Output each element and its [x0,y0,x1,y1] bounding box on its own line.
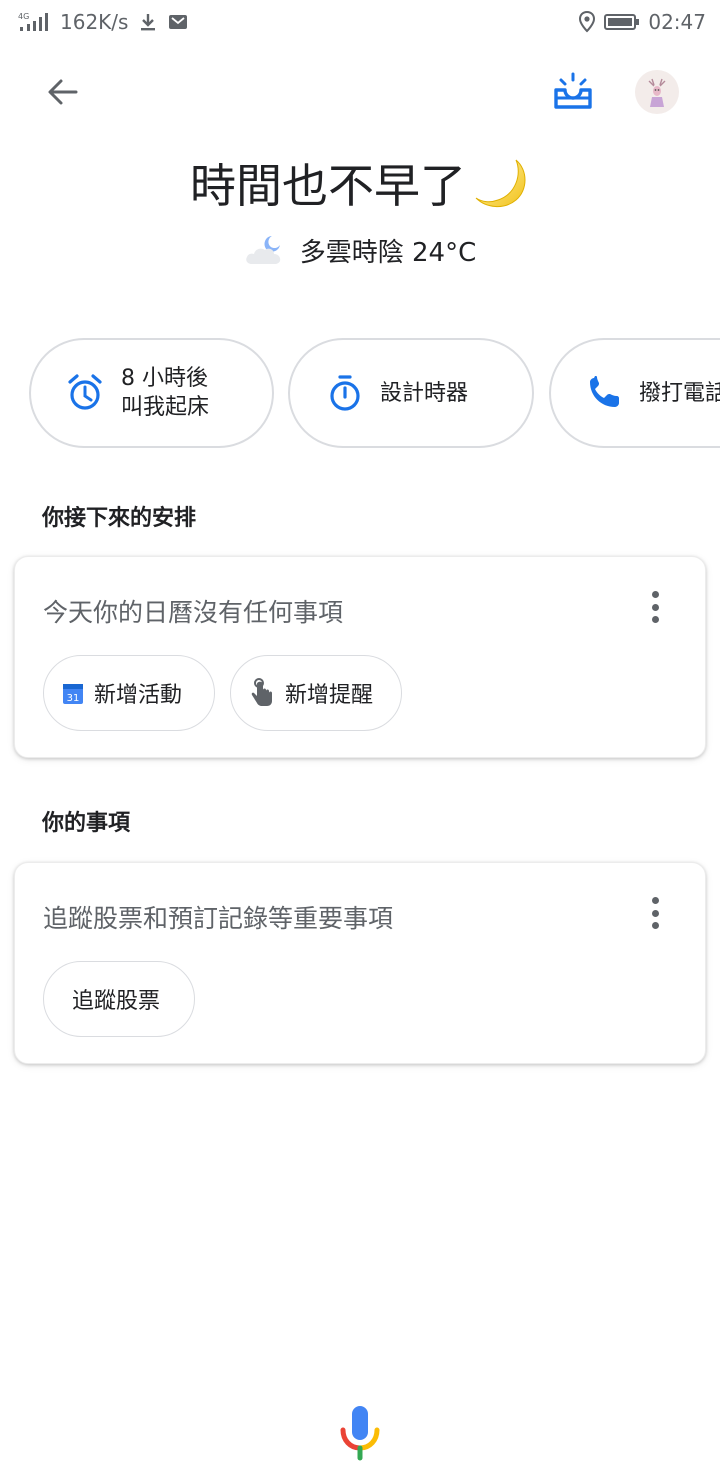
voice-input-button[interactable] [336,1402,384,1462]
sunrise-icon [554,72,592,109]
crescent-moon-icon [475,159,526,207]
calendar-day: 31 [67,693,80,704]
location-icon [578,11,596,33]
overflow-dot [651,922,659,929]
greeting-text: 時間也不早了 [190,159,466,213]
your-items-section-title: 你的事項 [42,811,131,836]
download-icon [138,12,158,32]
mail-icon [168,13,188,31]
add-event-label: 新增活動 [94,683,183,708]
cloudy-night-icon [245,235,280,264]
status-right: 02:47 [578,10,706,34]
greeting: 時間也不早了 [0,150,720,216]
overflow-dot [651,909,659,917]
overflow-dot [651,603,659,611]
back-button[interactable] [40,72,86,112]
arrow-back-icon [48,79,78,105]
track-stocks-button[interactable]: 追蹤股票 [43,961,195,1037]
add-event-button[interactable]: 31 新增活動 [43,655,215,731]
chip-set-alarm-label: 8 小時後 叫我起床 [121,366,210,420]
account-avatar[interactable] [635,70,679,114]
chip-set-alarm[interactable]: 8 小時後 叫我起床 [29,338,274,448]
your-items-overflow-menu[interactable] [643,895,667,931]
overflow-dot [651,897,659,904]
deer-avatar-icon [648,78,666,107]
network-speed: 162K/s [60,10,129,34]
phone-icon [590,376,619,407]
clock: 02:47 [648,10,706,34]
calendar-icon: 31 [63,684,83,704]
overflow-dot [651,591,659,598]
quick-actions-row: 8 小時後 叫我起床 設計時器 撥打電話 [0,338,720,450]
chip-make-call[interactable]: 撥打電話 [549,338,720,448]
upcoming-section-title: 你接下來的安排 [42,506,197,531]
signal-icon: 4G [18,11,50,33]
alarm-icon [68,374,102,410]
svg-text:4G: 4G [18,12,29,21]
track-stocks-label: 追蹤股票 [72,989,161,1014]
upcoming-overflow-menu[interactable] [643,589,667,625]
upcoming-message: 今天你的日曆沒有任何事項 [43,598,344,627]
add-reminder-label: 新增提醒 [285,683,374,708]
reminder-hand-icon [251,678,272,706]
your-items-message: 追蹤股票和預訂記錄等重要事項 [43,904,394,933]
status-left: 4G 162K/s [18,10,188,34]
chip-set-timer-label: 設計時器 [380,380,469,406]
battery-icon [604,13,640,31]
status-bar: 4G 162K/s 02:47 [0,0,720,44]
chip-make-call-label: 撥打電話 [639,380,720,406]
upcoming-card: 今天你的日曆沒有任何事項 31 新增活動 新增提醒 [14,556,706,758]
overflow-dot [651,616,659,623]
top-app-bar [0,60,720,124]
weather-row: 多雲時陰 24°C [0,232,720,269]
sunrise-button[interactable] [548,68,598,114]
weather-text: 多雲時陰 24°C [299,238,477,268]
add-reminder-button[interactable]: 新增提醒 [230,655,402,731]
chip-set-timer[interactable]: 設計時器 [288,338,534,448]
timer-icon [330,375,360,411]
microphone-icon [340,1406,380,1461]
your-items-card: 追蹤股票和預訂記錄等重要事項 追蹤股票 [14,862,706,1064]
